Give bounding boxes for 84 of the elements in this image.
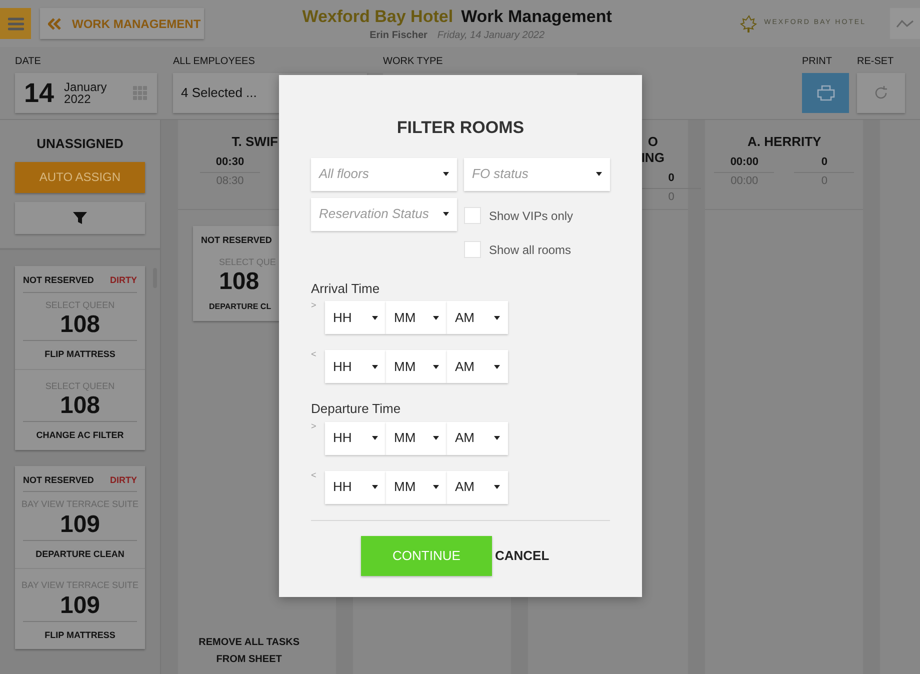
caret-icon — [433, 364, 439, 368]
dropdown[interactable]: HH — [325, 470, 386, 504]
reservation-status: NOT RESERVED — [201, 234, 272, 247]
caret-icon — [433, 485, 439, 489]
cancel-button[interactable]: CANCEL — [495, 546, 550, 566]
room-number: 108 — [219, 269, 260, 295]
dropdown[interactable]: AM — [447, 301, 508, 334]
dialog-title: FILTER ROOMS — [396, 117, 524, 139]
caret-icon — [494, 316, 500, 320]
task-name: FLIP MATTRESS — [44, 348, 116, 361]
maple-leaf-icon — [740, 14, 758, 32]
checkbox-label: Show VIPs only — [489, 208, 574, 224]
page-title: Work Management — [461, 6, 612, 28]
dropdown[interactable]: MM — [386, 422, 447, 454]
print-label: PRINT — [802, 55, 833, 69]
employees-label: ALL EMPLOYEES — [173, 55, 256, 69]
employee-name: ING — [641, 150, 664, 166]
section-label: Departure Time — [311, 400, 402, 418]
caret-icon — [494, 485, 500, 489]
dropdown[interactable]: HH — [325, 301, 386, 334]
room-number: 108 — [60, 393, 100, 419]
filter-button[interactable] — [15, 202, 145, 234]
caret-icon — [372, 316, 378, 320]
hotel-name: Wexford Bay Hotel — [302, 6, 454, 28]
room-number: 109 — [60, 592, 100, 618]
panel-title: UNASSIGNED — [36, 135, 124, 153]
caret-icon — [494, 436, 500, 440]
caret-icon — [433, 436, 439, 440]
caret-icon — [443, 172, 449, 176]
caret-icon — [372, 485, 378, 489]
menu-button[interactable] — [0, 8, 31, 39]
print-button[interactable] — [802, 73, 849, 113]
room-number: 108 — [60, 312, 100, 338]
checkbox-label: Show all rooms — [489, 242, 572, 258]
dropdown[interactable]: MM — [386, 470, 447, 504]
task-name: CHANGE AC FILTER — [36, 429, 124, 442]
task-name: DEPARTURE CLEAN — [36, 548, 124, 560]
room-status: DIRTY — [110, 474, 137, 486]
caret-icon — [372, 364, 378, 368]
menu-icon — [8, 16, 24, 30]
caret-icon — [596, 172, 602, 176]
printer-icon — [816, 85, 834, 101]
dropdown[interactable]: HH — [325, 422, 386, 454]
task-name: FLIP MATTRESS — [44, 628, 116, 642]
dropdown[interactable]: AM — [447, 422, 508, 454]
reservation-status: NOT RESERVED — [23, 274, 94, 287]
stat-value: 0 — [794, 154, 854, 172]
employee-name: O — [648, 134, 658, 150]
stat-value: 00:00 — [714, 154, 774, 172]
comparison-symbol: < — [311, 348, 318, 361]
activity-icon — [896, 18, 914, 28]
dropdown[interactable]: HH — [325, 350, 386, 383]
caret-icon — [433, 316, 439, 320]
filter-icon — [72, 210, 88, 226]
user-name: Erin Fischer — [370, 28, 428, 43]
caret-icon — [443, 212, 449, 216]
dropdown[interactable]: MM — [386, 350, 447, 383]
current-date: Friday, 14 January 2022 — [437, 28, 545, 43]
room-status: DIRTY — [110, 274, 137, 287]
employee-name: A. HERRITY — [748, 134, 822, 150]
employee-name: T. SWIF — [232, 134, 278, 150]
grid-icon — [133, 86, 148, 100]
task-name: DEPARTURE CL — [208, 301, 272, 313]
reset-button[interactable] — [857, 73, 905, 113]
caret-icon — [372, 436, 378, 440]
refresh-icon — [873, 85, 889, 101]
dropdown[interactable]: MM — [386, 301, 447, 334]
checkbox[interactable] — [464, 207, 481, 224]
reservation-status: NOT RESERVED — [23, 474, 94, 486]
room-number: 109 — [60, 512, 100, 538]
comparison-symbol: > — [311, 299, 318, 312]
reset-label: RE-SET — [857, 55, 895, 69]
work-type-label: WORK TYPE — [383, 55, 444, 69]
comparison-symbol: > — [311, 420, 318, 432]
date-label: DATE — [15, 55, 42, 69]
remove-tasks-link[interactable]: REMOVE ALL TASKS FROM SHEET — [194, 634, 304, 668]
dropdown[interactable]: AM — [447, 470, 508, 504]
checkbox[interactable] — [464, 241, 481, 258]
stat-value: 00:30 — [200, 154, 260, 172]
comparison-symbol: < — [311, 468, 318, 482]
dropdown[interactable]: AM — [447, 350, 508, 383]
caret-icon — [494, 364, 500, 368]
activity-button[interactable] — [890, 8, 920, 39]
double-chevron-left-icon — [48, 18, 62, 30]
